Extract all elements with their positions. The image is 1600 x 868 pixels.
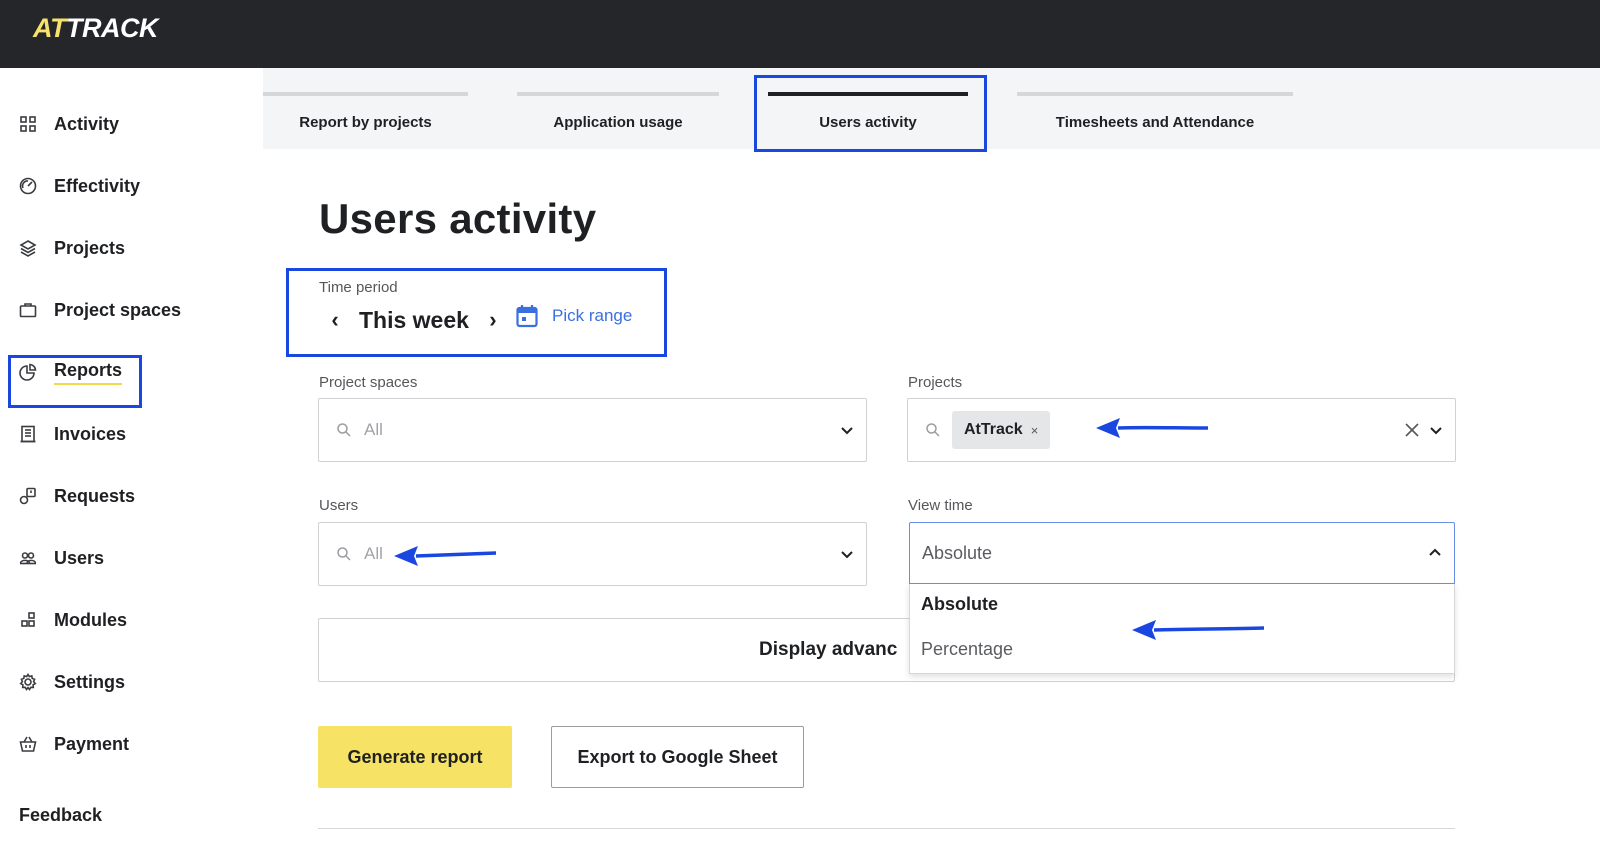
projects-label: Projects — [908, 374, 963, 391]
basket-icon — [18, 734, 38, 754]
sidebar-item-label: Project spaces — [54, 299, 182, 320]
export-google-sheet-button[interactable]: Export to Google Sheet — [551, 726, 804, 788]
view-time-option-percentage[interactable]: Percentage — [921, 639, 1013, 660]
time-period-label: Time period — [319, 279, 398, 296]
chevron-down-icon[interactable] — [1427, 421, 1445, 439]
search-icon — [337, 547, 351, 561]
view-time-value: Absolute — [922, 542, 993, 563]
briefcase-icon — [18, 300, 38, 320]
tab-label: Users activity — [819, 114, 917, 131]
users-label: Users — [319, 497, 359, 514]
modules-icon — [18, 610, 38, 630]
chevron-left-icon[interactable]: ‹ — [325, 307, 345, 333]
sidebar-item-label: Activity — [54, 113, 120, 134]
chip-remove-icon[interactable]: × — [1031, 423, 1039, 438]
pie-chart-icon — [18, 362, 38, 382]
tab-label: Application usage — [553, 114, 683, 131]
project-chip: AtTrack × — [952, 411, 1051, 449]
calendar-icon — [516, 305, 538, 328]
request-icon — [18, 486, 38, 506]
sidebar-item-label: Modules — [54, 609, 128, 630]
search-icon — [337, 423, 351, 437]
tab-report-by-projects[interactable]: Report by projects — [263, 92, 468, 144]
view-time-dropdown: Absolute Percentage — [909, 584, 1455, 674]
sidebar-item-requests[interactable]: Requests — [18, 478, 135, 514]
chevron-up-icon[interactable] — [1426, 544, 1444, 562]
logo-text: TRACK — [66, 13, 159, 43]
projects-select[interactable]: AtTrack × — [907, 398, 1456, 462]
view-time-label: View time — [908, 497, 973, 514]
chevron-down-icon[interactable] — [838, 545, 856, 563]
gear-icon — [18, 672, 38, 692]
sidebar-item-label: Reports — [54, 360, 123, 385]
sidebar-item-modules[interactable]: Modules — [18, 602, 127, 638]
divider — [318, 828, 1455, 829]
sidebar-item-users[interactable]: Users — [18, 540, 104, 576]
grid-icon — [18, 114, 38, 134]
tab-indicator — [263, 92, 468, 96]
sidebar-item-effectivity[interactable]: Effectivity — [18, 168, 140, 204]
project-spaces-label: Project spaces — [319, 374, 418, 391]
search-icon — [926, 423, 940, 437]
time-period-selector: ‹ This week › — [325, 300, 503, 340]
generate-report-button[interactable]: Generate report — [318, 726, 512, 788]
tab-indicator — [768, 92, 968, 96]
sidebar-item-label: Effectivity — [54, 175, 141, 196]
clear-icon[interactable] — [1403, 421, 1421, 439]
pick-range-label: Pick range — [552, 306, 633, 325]
sidebar-item-payment[interactable]: Payment — [18, 726, 129, 762]
pick-range-button[interactable]: Pick range — [516, 304, 632, 328]
sidebar-item-label: Payment — [54, 733, 130, 754]
time-period-value: This week — [359, 306, 469, 333]
tab-users-activity[interactable]: Users activity — [768, 92, 968, 144]
logo-accent: AT — [33, 13, 67, 43]
layers-icon — [18, 238, 38, 258]
app-logo[interactable]: ATTRACK — [33, 13, 159, 44]
project-chip-label: AtTrack — [964, 421, 1023, 438]
view-time-select[interactable]: Absolute — [909, 522, 1455, 584]
tab-indicator — [1017, 92, 1293, 96]
sidebar-item-label: Invoices — [54, 423, 127, 444]
project-spaces-select[interactable]: All — [318, 398, 867, 462]
users-placeholder: All — [364, 544, 383, 563]
chevron-right-icon[interactable]: › — [483, 307, 503, 333]
gauge-icon — [18, 176, 38, 196]
sidebar-item-reports[interactable]: Reports — [18, 354, 123, 390]
sidebar-item-label: Requests — [54, 485, 136, 506]
sidebar-item-project-spaces[interactable]: Project spaces — [18, 292, 181, 328]
chevron-down-icon[interactable] — [838, 421, 856, 439]
sidebar-item-label: Projects — [54, 237, 126, 258]
tab-indicator — [517, 92, 719, 96]
view-time-option-absolute[interactable]: Absolute — [921, 594, 998, 615]
sidebar-item-settings[interactable]: Settings — [18, 664, 125, 700]
tab-application-usage[interactable]: Application usage — [517, 92, 719, 144]
display-advanced-label: Display advanc — [759, 639, 898, 660]
tab-timesheets-attendance[interactable]: Timesheets and Attendance — [1017, 92, 1293, 144]
page-title: Users activity — [319, 195, 597, 242]
sidebar-item-label: Settings — [54, 671, 126, 692]
sidebar-item-activity[interactable]: Activity — [18, 106, 119, 142]
tab-label: Timesheets and Attendance — [1055, 114, 1255, 131]
sidebar-item-invoices[interactable]: Invoices — [18, 416, 126, 452]
sidebar-item-label: Users — [54, 547, 105, 568]
tab-label: Report by projects — [299, 114, 432, 131]
users-select[interactable]: All — [318, 522, 867, 586]
project-spaces-placeholder: All — [364, 420, 383, 439]
top-bar: ATTRACK — [0, 0, 1600, 68]
sidebar-item-projects[interactable]: Projects — [18, 230, 125, 266]
invoice-icon — [18, 424, 38, 444]
feedback-link[interactable]: Feedback — [19, 805, 102, 826]
users-icon — [18, 548, 38, 568]
